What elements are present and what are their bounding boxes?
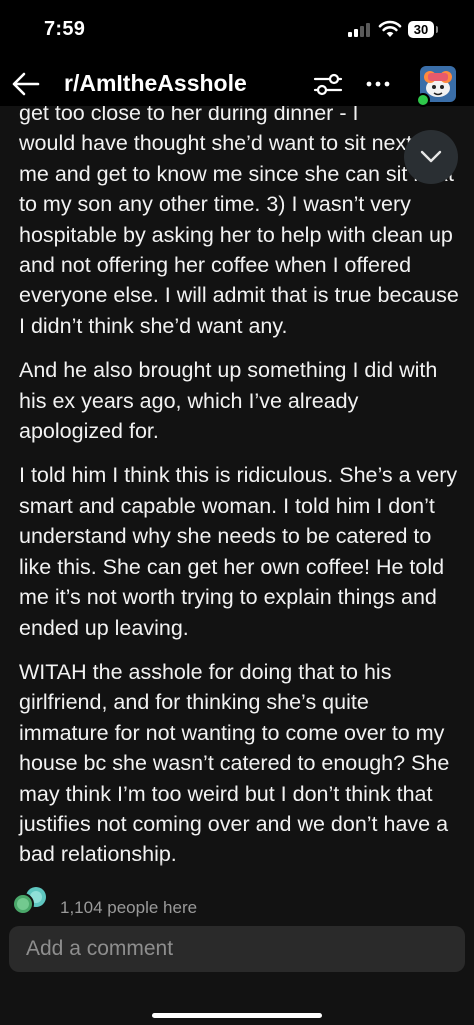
cellular-signal-icon [348,23,372,37]
post-paragraph: I told him I think this is ridiculous. S… [19,463,458,640]
post-paragraph: And he also brought up something I did w… [19,358,438,444]
filter-button[interactable] [312,68,344,100]
chevron-down-icon [420,150,442,163]
online-status-dot [416,93,430,107]
people-here-count: 1,104 people here [60,898,198,917]
app-header: r/AmItheAsshole [0,62,474,107]
post-body[interactable]: get too close to her during dinner - I w… [0,62,474,877]
comment-placeholder: Add a comment [26,937,174,960]
home-indicator [152,1013,322,1018]
battery-cap [436,26,438,33]
back-button[interactable] [8,66,44,102]
collapse-button[interactable] [404,130,458,184]
people-avatars-icon [12,887,46,915]
post-text: get too close to her during dinner - I w… [19,98,459,877]
add-comment-input[interactable]: Add a comment [9,926,465,972]
comment-bar: 1,104 people here Add a comment [0,877,474,1025]
ellipsis-icon [366,81,390,87]
more-options-button[interactable] [362,68,394,100]
battery-icon: 30 [408,21,434,38]
status-bar: 7:59 30 [0,0,474,62]
post-paragraph: would have thought she’d want to sit nex… [19,131,459,338]
arrow-left-icon [12,72,40,96]
wifi-icon [378,20,402,37]
post-paragraph: WITAH the asshole for doing that to his … [19,659,450,867]
status-time: 7:59 [44,18,86,40]
bottom-fade [0,860,474,884]
subreddit-title[interactable]: r/AmItheAsshole [64,70,247,97]
sliders-icon [313,73,343,96]
